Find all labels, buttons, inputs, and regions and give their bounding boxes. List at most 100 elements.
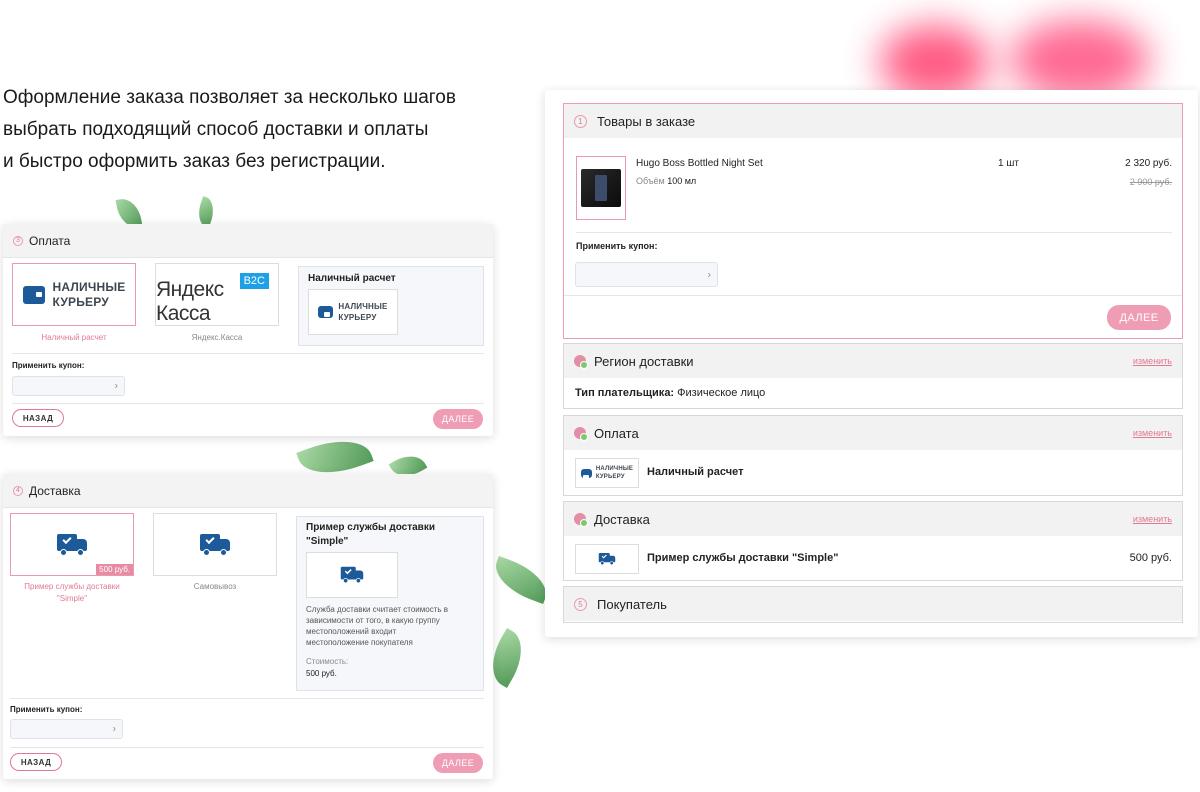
intro-line: выбрать подходящий способ доставки и опл… — [3, 119, 429, 140]
payment-step-card: 3 Оплата НАЛИЧНЫЕ КУРЬЕРУ Наличный расче… — [3, 224, 493, 436]
delivery-option-pickup-caption: Самовывоз — [193, 582, 237, 591]
payment-option-cash-caption: Наличный расчет — [41, 333, 107, 342]
intro-text: Оформление заказа позволяет за несколько… — [3, 82, 523, 178]
delivery-service-price: 500 руб. — [1129, 552, 1172, 564]
next-button[interactable]: ДАЛЕЕ — [433, 753, 483, 773]
coupon-input[interactable]: › — [12, 376, 125, 396]
delivery-option-pickup[interactable] — [153, 513, 277, 576]
delivery-step-card: 4 Доставка 500 руб. Пример службы достав… — [3, 474, 493, 779]
step-number: 4 — [13, 485, 23, 496]
coupon-label: Применить купон: — [10, 705, 83, 714]
step-number: 5 — [574, 597, 587, 611]
logo-text: КУРЬЕРУ — [52, 294, 109, 309]
payer-type: Тип плательщика: Физическое лицо — [575, 387, 766, 399]
wallet-icon — [318, 306, 334, 318]
next-button[interactable]: ДАЛЕЕ — [1107, 305, 1171, 330]
delivery-option-simple[interactable]: 500 руб. — [10, 513, 134, 576]
delivery-summary-header: Доставка изменить — [564, 502, 1182, 536]
back-button[interactable]: НАЗАД — [10, 753, 62, 771]
delivery-detail-panel: Пример службы доставки "Simple" Служба д… — [296, 516, 484, 691]
delivery-option-simple-caption: Пример службы доставки "Simple" — [24, 582, 120, 603]
wallet-icon — [22, 285, 45, 304]
logo-text: НАЛИЧНЫЕ — [52, 279, 126, 294]
coupon-input[interactable]: › — [10, 719, 123, 739]
order-panel: 1 Товары в заказе Hugo Boss Bottled Nigh… — [545, 90, 1198, 637]
divider — [576, 232, 1172, 233]
completed-check-icon — [574, 355, 588, 369]
coupon-input[interactable]: › — [575, 262, 718, 287]
pink-blur-decoration — [1010, 20, 1150, 100]
payment-summary-header: Оплата изменить — [564, 416, 1182, 450]
logo-text: НАЛИЧНЫЕ — [338, 302, 388, 311]
step-number: 3 — [13, 235, 23, 246]
logo-text: НАЛИЧНЫЕ — [595, 466, 634, 472]
delivery-summary-section: Доставка изменить Пример службы доставки… — [563, 501, 1183, 581]
leaf-decoration — [488, 555, 554, 605]
payment-method-name: Наличный расчет — [647, 466, 744, 478]
pink-blur-decoration — [880, 25, 990, 100]
price-badge: 500 руб. — [96, 564, 133, 575]
divider — [10, 747, 484, 748]
wallet-icon — [580, 468, 592, 480]
divider — [564, 295, 1182, 296]
delivery-cost-label: Стоимость: — [306, 657, 349, 666]
payment-option-cash[interactable]: НАЛИЧНЫЕ КУРЬЕРУ — [12, 263, 136, 326]
intro-line: Оформление заказа позволяет за несколько… — [3, 87, 456, 108]
divider — [12, 403, 484, 404]
payment-step-header: 3 Оплата — [3, 224, 493, 258]
logo-text: КУРЬЕРУ — [338, 313, 377, 322]
divider — [12, 353, 484, 354]
payment-summary-section: Оплата изменить НАЛИЧНЫЕ КУРЬЕРУ Наличны… — [563, 415, 1183, 496]
product-volume: Объём 100 мл — [636, 176, 697, 186]
buyer-section[interactable]: 5 Покупатель — [563, 586, 1183, 623]
order-items-title: Товары в заказе — [597, 113, 696, 129]
product-old-price: 2 900 руб. — [1129, 177, 1172, 187]
delivery-service-logo — [575, 544, 639, 574]
buyer-title: Покупатель — [597, 596, 667, 612]
change-delivery-link[interactable]: изменить — [1133, 514, 1172, 524]
delivery-region-title: Регион доставки — [594, 353, 694, 369]
truck-icon — [598, 552, 616, 566]
divider — [10, 698, 484, 699]
product-qty: 1 шт — [998, 158, 1019, 169]
truck-icon — [200, 533, 230, 556]
chevron-right-icon[interactable]: › — [113, 724, 116, 735]
delivery-step-title: Доставка — [29, 483, 81, 498]
delivery-summary-title: Доставка — [594, 511, 650, 527]
step-number: 1 — [574, 114, 587, 128]
cash-courier-logo: НАЛИЧНЫЕ КУРЬЕРУ — [22, 279, 126, 310]
payment-option-yandex[interactable]: Яндекс Касса B2C — [155, 263, 279, 326]
intro-line: и быстро оформить заказ без регистрации. — [3, 151, 386, 172]
buyer-header[interactable]: 5 Покупатель — [564, 587, 1182, 621]
delivery-cost-value: 500 руб. — [306, 669, 337, 678]
next-button[interactable]: ДАЛЕЕ — [433, 409, 483, 429]
payment-method-logo: НАЛИЧНЫЕ КУРЬЕРУ — [575, 458, 639, 488]
product-name[interactable]: Hugo Boss Bottled Night Set — [636, 158, 763, 169]
completed-check-icon — [574, 513, 588, 527]
b2c-badge: B2C — [239, 273, 269, 289]
delivery-region-header: Регион доставки изменить — [564, 344, 1182, 378]
payment-step-title: Оплата — [29, 233, 71, 248]
product-price: 2 320 руб. — [1125, 158, 1172, 169]
payment-option-yandex-caption: Яндекс.Касса — [191, 333, 243, 342]
chevron-right-icon[interactable]: › — [115, 381, 118, 392]
product-box-image — [581, 169, 621, 207]
chevron-right-icon[interactable]: › — [708, 269, 711, 280]
completed-check-icon — [574, 427, 588, 441]
payment-detail-panel: Наличный расчет НАЛИЧНЫЕ КУРЬЕРУ — [298, 266, 484, 346]
order-items-header: 1 Товары в заказе — [564, 104, 1182, 138]
product-image[interactable] — [576, 156, 626, 220]
back-button[interactable]: НАЗАД — [12, 409, 64, 427]
delivery-description: Служба доставки считает стоимость в зави… — [306, 605, 449, 647]
delivery-detail-title: Пример службы доставки "Simple" — [306, 522, 435, 547]
change-region-link[interactable]: изменить — [1133, 356, 1172, 366]
change-payment-link[interactable]: изменить — [1133, 428, 1172, 438]
coupon-label: Применить купон: — [576, 241, 658, 251]
delivery-region-section: Регион доставки изменить Тип плательщика… — [563, 343, 1183, 409]
payment-detail-title: Наличный расчет — [308, 273, 396, 284]
payment-summary-title: Оплата — [594, 425, 639, 441]
delivery-step-header: 4 Доставка — [3, 474, 493, 508]
truck-icon — [57, 533, 87, 556]
delivery-detail-logo — [306, 552, 398, 598]
logo-text: КУРЬЕРУ — [595, 474, 625, 480]
